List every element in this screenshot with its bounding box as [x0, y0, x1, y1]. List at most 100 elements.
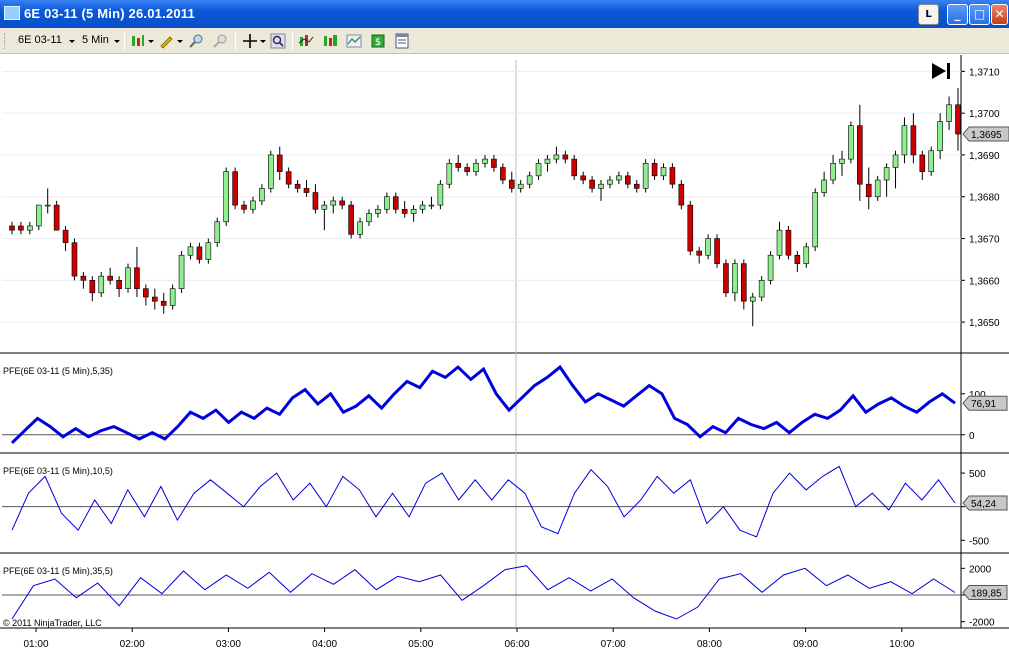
- x-tick-label: 05:00: [408, 639, 433, 650]
- x-tick-label: 08:00: [697, 639, 722, 650]
- interval-dropdown-icon[interactable]: [114, 40, 120, 43]
- candle-up: [125, 267, 131, 289]
- candle-down: [464, 167, 470, 172]
- candle-up: [767, 254, 774, 281]
- x-tick-label: 10:00: [889, 639, 914, 650]
- candle-up: [268, 154, 274, 189]
- properties-icon[interactable]: [394, 33, 410, 49]
- candle-up: [482, 158, 488, 164]
- crosshair-icon[interactable]: [242, 33, 258, 49]
- candle-up: [544, 158, 551, 164]
- candle-down: [589, 179, 595, 189]
- chart-area[interactable]: 01:00 02:00 03:00 04:00 05:00 06:00 07:00 08:00…: [0, 55, 1009, 660]
- candle-down: [580, 175, 586, 181]
- candle-down: [89, 280, 96, 294]
- candle-down: [339, 200, 346, 206]
- zoom-in-icon[interactable]: [188, 33, 204, 49]
- candle-up: [259, 188, 265, 202]
- candle-up: [812, 192, 819, 248]
- zoom-out-icon[interactable]: [212, 33, 228, 49]
- candle-up: [883, 167, 890, 181]
- toolbar-grip[interactable]: [4, 33, 7, 49]
- candle-up: [598, 183, 604, 189]
- pfe-tick-label: 500: [969, 469, 986, 480]
- instrument-selector[interactable]: 6E 03-11: [18, 34, 62, 46]
- crosshair-dropdown-icon[interactable]: [260, 40, 266, 43]
- candle-down: [571, 158, 578, 177]
- candle-up: [321, 204, 328, 210]
- x-tick-label: 02:00: [120, 639, 145, 650]
- candle-down: [651, 162, 658, 177]
- candle-up: [410, 208, 417, 214]
- strategies-icon[interactable]: [322, 33, 338, 49]
- candle-down: [401, 208, 408, 214]
- candle-up: [517, 183, 524, 189]
- indicators-icon[interactable]: [298, 33, 314, 49]
- candle-up: [892, 154, 899, 168]
- chart-toolbar: 6E 03-11 5 Min $: [0, 28, 1009, 54]
- price-panel: [9, 88, 961, 327]
- instrument-dropdown-icon[interactable]: [69, 40, 75, 43]
- candle-up: [776, 229, 783, 256]
- chart-style-icon[interactable]: [346, 33, 362, 49]
- price-tick-label: 1,3650: [969, 318, 1000, 329]
- candle-up: [758, 280, 765, 298]
- candle-up: [830, 162, 836, 181]
- candle-down: [785, 229, 792, 256]
- candle-down: [9, 225, 15, 231]
- link-button[interactable]: L: [918, 4, 939, 25]
- candle-down: [143, 288, 149, 298]
- drawing-pencil-icon[interactable]: [158, 33, 174, 49]
- pfe-tick-label: -500: [969, 536, 989, 547]
- maximize-button[interactable]: □: [969, 4, 990, 25]
- svg-text:$: $: [375, 37, 381, 48]
- candle-up: [384, 196, 390, 210]
- candle-up: [98, 275, 105, 294]
- candle-up: [35, 204, 42, 227]
- candle-up: [553, 154, 560, 160]
- candle-up: [473, 162, 479, 172]
- pfe-panel-2: [11, 465, 956, 538]
- candle-up: [660, 167, 667, 177]
- money-icon[interactable]: $: [370, 33, 386, 49]
- candle-up: [169, 288, 176, 306]
- pfe-panel-2-label: PFE(6E 03-11 (5 Min),10,5): [3, 466, 113, 476]
- play-end-bar-icon: [947, 63, 950, 79]
- candle-down: [714, 238, 720, 264]
- candle-down: [303, 188, 310, 193]
- candle-down: [455, 162, 462, 168]
- bar-type-dropdown-icon[interactable]: [148, 40, 154, 43]
- drawing-dropdown-icon[interactable]: [177, 40, 183, 43]
- interval-selector[interactable]: 5 Min: [82, 34, 109, 46]
- candle-up: [375, 208, 381, 214]
- candle-up: [366, 213, 372, 223]
- candle-down: [794, 254, 801, 264]
- close-button[interactable]: ✕: [991, 4, 1008, 25]
- search-icon[interactable]: [270, 33, 286, 49]
- candle-down: [276, 154, 283, 172]
- candle-down: [857, 125, 863, 185]
- pfe-series-line: [10, 364, 956, 444]
- price-tick-label: 1,3710: [969, 67, 1000, 78]
- candle-up: [839, 158, 845, 164]
- candle-up: [946, 104, 952, 122]
- pfe-panel-1-label: PFE(6E 03-11 (5 Min),5,35): [3, 366, 113, 376]
- candle-up: [874, 179, 881, 198]
- title-bar[interactable]: 6E 03-11 (5 Min) 26.01.2011 L _ □ ✕: [0, 0, 1009, 28]
- candle-down: [160, 300, 167, 306]
- candle-down: [294, 183, 301, 189]
- candle-up: [428, 204, 435, 207]
- candle-up: [928, 150, 935, 172]
- pfe-last-value-label: 76,91: [971, 399, 996, 410]
- candle-down: [62, 229, 69, 244]
- candle-up: [732, 263, 738, 294]
- x-tick-label: 03:00: [216, 639, 241, 650]
- bar-type-icon[interactable]: [130, 33, 146, 49]
- minimize-button[interactable]: _: [947, 4, 968, 25]
- candle-up: [419, 204, 426, 210]
- x-tick-label: 07:00: [601, 639, 626, 650]
- candle-up: [803, 246, 810, 264]
- candle-down: [687, 204, 694, 252]
- candle-down: [865, 183, 872, 198]
- candle-up: [437, 183, 444, 206]
